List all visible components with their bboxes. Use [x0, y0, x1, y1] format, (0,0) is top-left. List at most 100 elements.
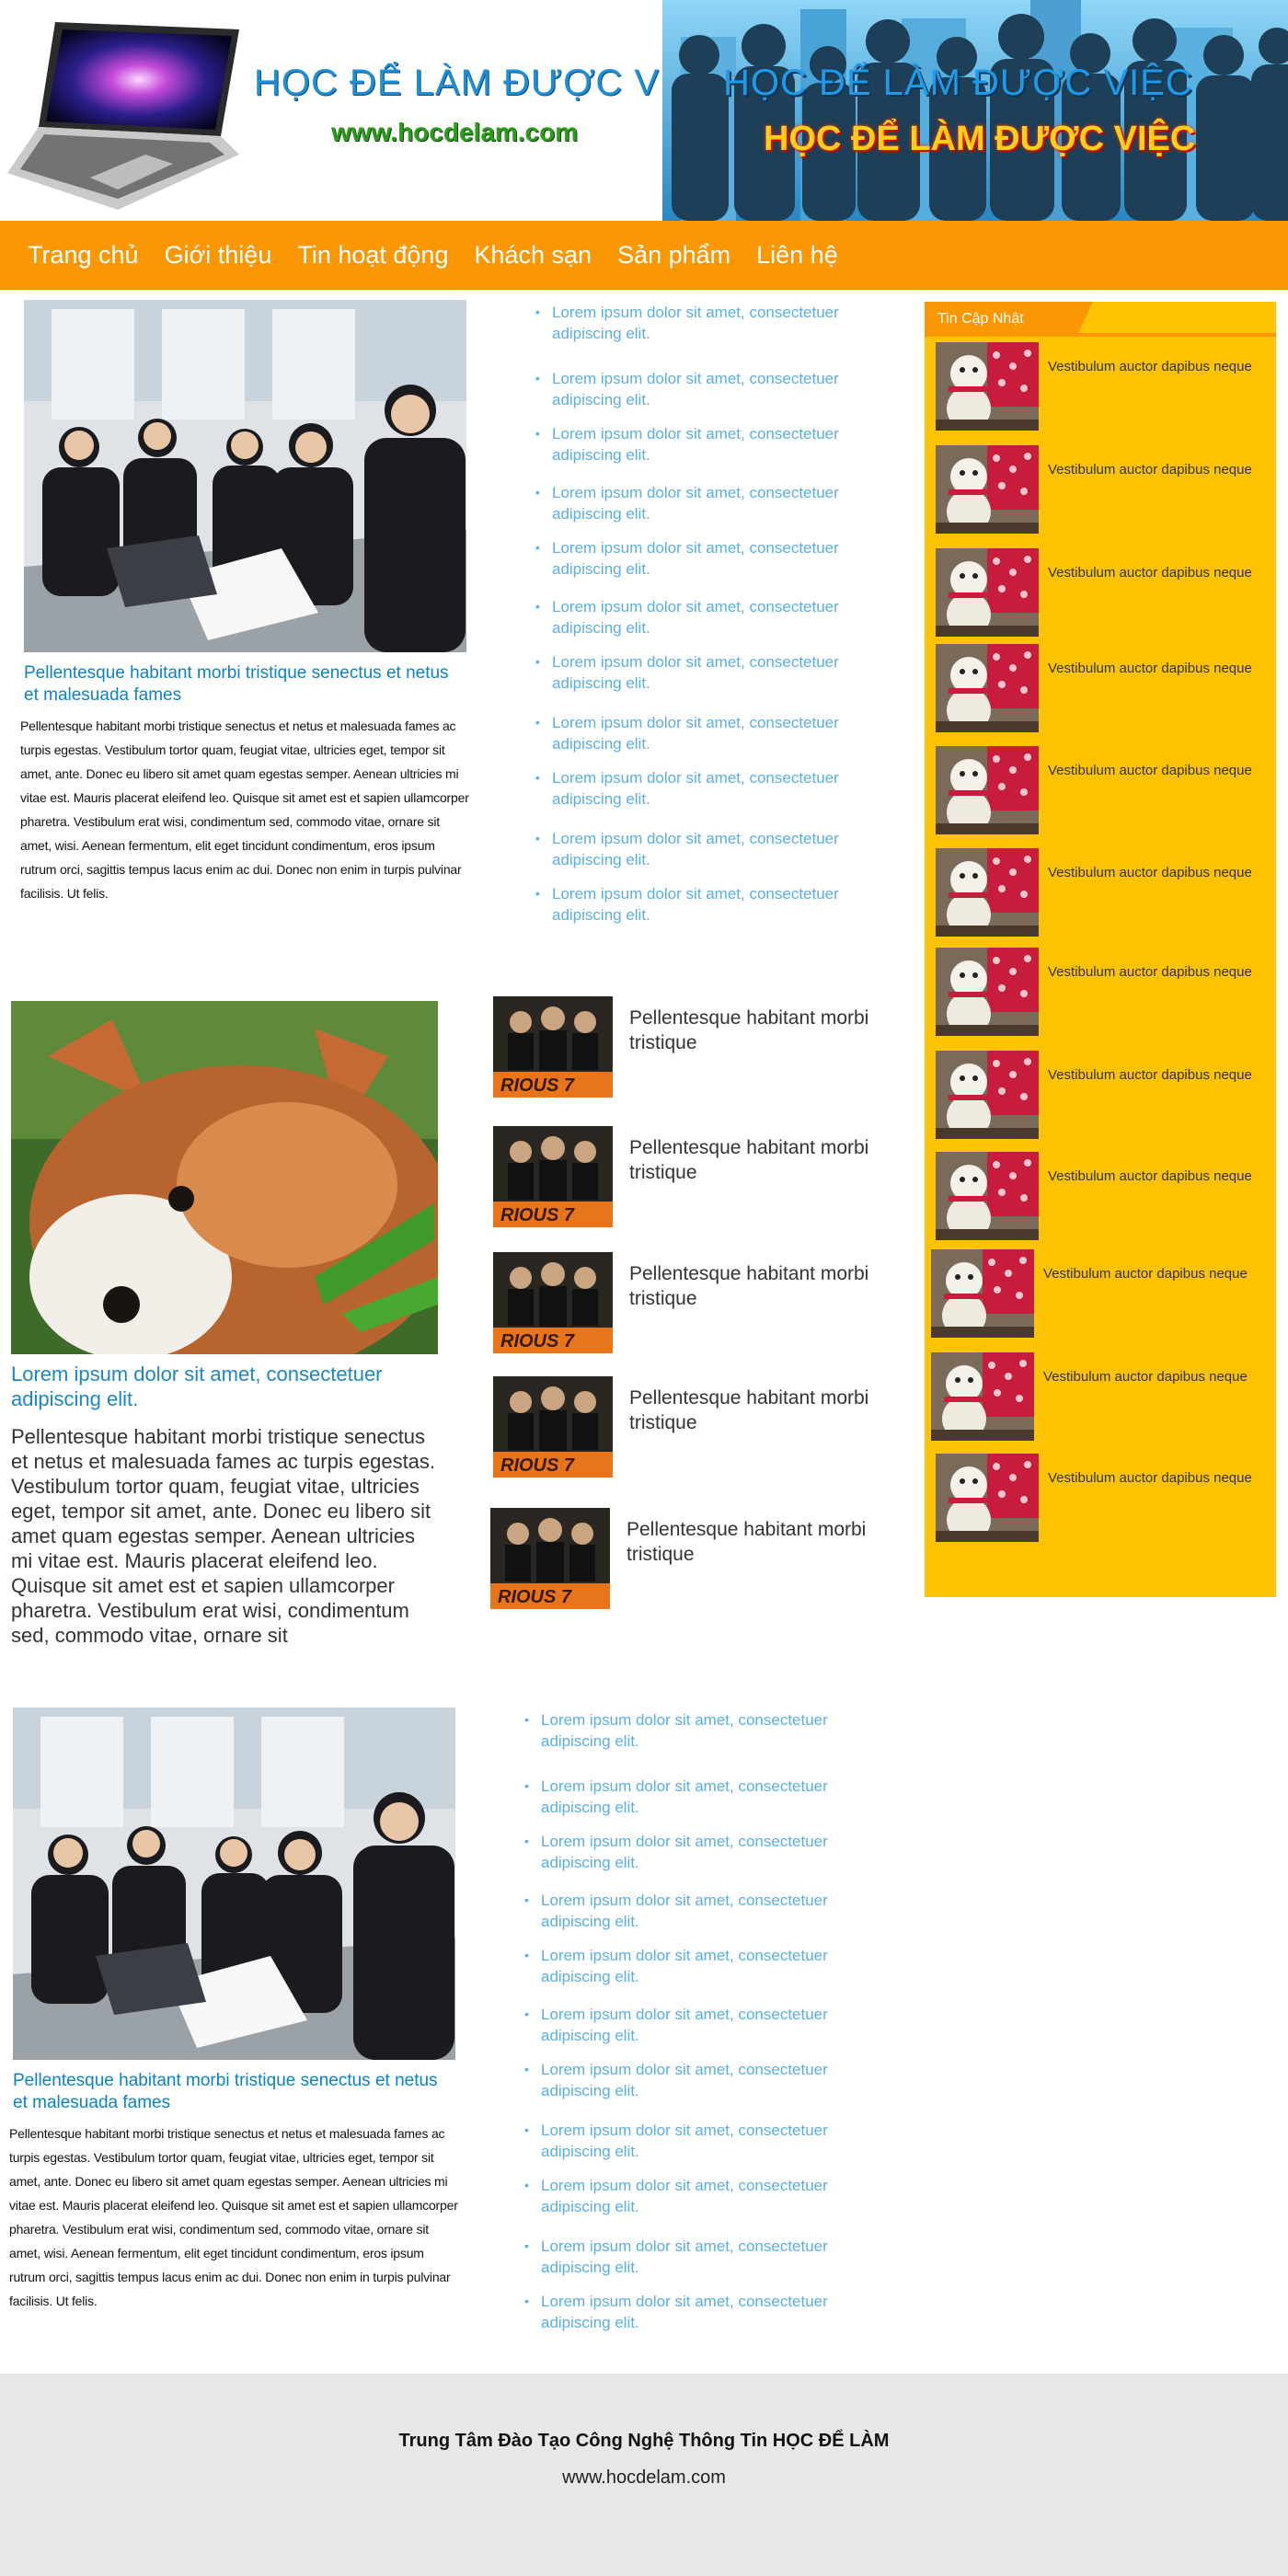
list-item-link[interactable]: Lorem ipsum dolor sit amet, consectetuer…: [535, 423, 894, 466]
section1-caption[interactable]: Pellentesque habitant morbi tristique se…: [24, 662, 466, 707]
svg-text:RIOUS 7: RIOUS 7: [500, 1075, 575, 1096]
snowman-thumbnail-image: [931, 1352, 1034, 1441]
snowman-thumbnail-image: [936, 1152, 1039, 1240]
movie-title[interactable]: Pellentesque habitant morbi tristique: [629, 1006, 914, 1098]
footer: Trung Tâm Đào Tạo Công Nghệ Thông Tin HỌ…: [0, 2374, 1288, 2576]
sidebar-title: Tin Cập Nhật: [925, 302, 1093, 337]
movie-title[interactable]: Pellentesque habitant morbi tristique: [629, 1135, 914, 1227]
footer-title: Trung Tâm Đào Tạo Công Nghệ Thông Tin HỌ…: [398, 2431, 890, 2451]
nav-item-news[interactable]: Tin hoạt động: [297, 241, 448, 270]
office-meeting-image[interactable]: [24, 300, 466, 652]
sidebar-item-label[interactable]: Vestibulum auctor dapibus neque: [1048, 1470, 1255, 1487]
sidebar-news-item[interactable]: Vestibulum auctor dapibus neque: [936, 342, 1255, 431]
sidebar-news-item[interactable]: Vestibulum auctor dapibus neque: [931, 1249, 1250, 1338]
sidebar-item-label[interactable]: Vestibulum auctor dapibus neque: [1048, 964, 1255, 981]
nav-item-about[interactable]: Giới thiệu: [165, 241, 272, 270]
list-item-link[interactable]: Lorem ipsum dolor sit amet, consectetuer…: [524, 1831, 883, 1873]
list-item[interactable]: RIOUS 7 Pellentesque habitant morbi tris…: [493, 1376, 914, 1478]
list-item-link[interactable]: Lorem ipsum dolor sit amet, consectetuer…: [535, 596, 894, 638]
svg-text:RIOUS 7: RIOUS 7: [500, 1455, 575, 1476]
list-item-link[interactable]: Lorem ipsum dolor sit amet, consectetuer…: [535, 302, 894, 344]
header-banner: HỌC ĐỂ LÀM ĐƯỢC VIỆC www.hocdelam.com HỌ…: [0, 0, 1288, 221]
list-item-link[interactable]: Lorem ipsum dolor sit amet, consectetuer…: [524, 2175, 883, 2217]
section3-caption[interactable]: Pellentesque habitant morbi tristique se…: [13, 2070, 455, 2114]
list-item-link[interactable]: Lorem ipsum dolor sit amet, consectetuer…: [524, 2236, 883, 2278]
section2-body: Pellentesque habitant morbi tristique se…: [11, 1425, 436, 1647]
sidebar-item-label[interactable]: Vestibulum auctor dapibus neque: [1048, 661, 1255, 677]
nav-item-hotels[interactable]: Khách sạn: [474, 241, 592, 270]
banner-title-blue: HỌC ĐỂ LÀM ĐƯỢC VIỆC: [723, 63, 1193, 103]
sidebar-news-item[interactable]: Vestibulum auctor dapibus neque: [936, 1454, 1255, 1542]
sidebar-item-label[interactable]: Vestibulum auctor dapibus neque: [1043, 1266, 1250, 1282]
list-item-link[interactable]: Lorem ipsum dolor sit amet, consectetuer…: [524, 2059, 883, 2101]
sidebar-news-item[interactable]: Vestibulum auctor dapibus neque: [936, 1152, 1255, 1240]
nav-item-contact[interactable]: Liên hệ: [756, 241, 838, 270]
sidebar-item-label[interactable]: Vestibulum auctor dapibus neque: [1048, 865, 1255, 881]
svg-text:RIOUS 7: RIOUS 7: [500, 1205, 575, 1225]
list-item[interactable]: RIOUS 7 Pellentesque habitant morbi tris…: [493, 996, 914, 1098]
red-panda-image[interactable]: [11, 1001, 438, 1354]
list-item-link[interactable]: Lorem ipsum dolor sit amet, consectetuer…: [535, 767, 894, 810]
list-item-link[interactable]: Lorem ipsum dolor sit amet, consectetuer…: [524, 2291, 883, 2333]
banner-title-fire: HỌC ĐỂ LÀM ĐƯỢC VIỆC: [764, 120, 1196, 158]
section2-caption[interactable]: Lorem ipsum dolor sit amet, consectetuer…: [11, 1362, 434, 1411]
list-item[interactable]: RIOUS 7 Pellentesque habitant morbi tris…: [493, 1252, 914, 1353]
svg-text:RIOUS 7: RIOUS 7: [500, 1331, 575, 1351]
sidebar-news-item[interactable]: Vestibulum auctor dapibus neque: [936, 445, 1255, 534]
list-item-link[interactable]: Lorem ipsum dolor sit amet, consectetuer…: [535, 537, 894, 580]
list-item[interactable]: RIOUS 7 Pellentesque habitant morbi tris…: [493, 1126, 914, 1227]
sidebar-news-item[interactable]: Vestibulum auctor dapibus neque: [936, 548, 1255, 637]
list-item-link[interactable]: Lorem ipsum dolor sit amet, consectetuer…: [524, 1945, 883, 1987]
movie-title[interactable]: Pellentesque habitant morbi tristique: [629, 1386, 914, 1478]
snowman-thumbnail-image: [936, 1051, 1039, 1139]
sidebar-item-label[interactable]: Vestibulum auctor dapibus neque: [1048, 763, 1255, 779]
list-item-link[interactable]: Lorem ipsum dolor sit amet, consectetuer…: [535, 368, 894, 410]
site-title: HỌC ĐỂ LÀM ĐƯỢC VIỆC: [254, 63, 724, 103]
site-url: www.hocdelam.com: [331, 118, 579, 146]
snowman-thumbnail-image: [936, 548, 1039, 637]
sidebar-news-item[interactable]: Vestibulum auctor dapibus neque: [936, 848, 1255, 937]
office-meeting-image[interactable]: [13, 1708, 455, 2060]
list-item-link[interactable]: Lorem ipsum dolor sit amet, consectetuer…: [524, 2120, 883, 2162]
sidebar-item-label[interactable]: Vestibulum auctor dapibus neque: [1048, 565, 1255, 581]
snowman-thumbnail-image: [936, 948, 1039, 1036]
list-item[interactable]: RIOUS 7 Pellentesque habitant morbi tris…: [490, 1508, 912, 1609]
snowman-thumbnail-image: [936, 1454, 1039, 1542]
snowman-thumbnail-image: [936, 848, 1039, 937]
sidebar-news-item[interactable]: Vestibulum auctor dapibus neque: [931, 1352, 1250, 1441]
sidebar-divider: [925, 333, 1276, 337]
laptop-image: [7, 22, 239, 210]
crowd-silhouette-image: [662, 0, 1288, 221]
list-item-link[interactable]: Lorem ipsum dolor sit amet, consectetuer…: [524, 1709, 883, 1752]
section3-link-list: Lorem ipsum dolor sit amet, consectetuer…: [524, 1709, 883, 2333]
list-item-link[interactable]: Lorem ipsum dolor sit amet, consectetuer…: [535, 828, 894, 870]
snowman-thumbnail-image: [931, 1249, 1034, 1338]
sidebar-item-label[interactable]: Vestibulum auctor dapibus neque: [1048, 1067, 1255, 1084]
sidebar-item-label[interactable]: Vestibulum auctor dapibus neque: [1043, 1369, 1250, 1386]
main-nav: Trang chủ Giới thiệu Tin hoạt động Khách…: [0, 221, 1288, 290]
movie-title[interactable]: Pellentesque habitant morbi tristique: [629, 1261, 914, 1353]
sidebar-news-item[interactable]: Vestibulum auctor dapibus neque: [936, 948, 1255, 1036]
movie-poster-image: RIOUS 7: [493, 1376, 613, 1478]
nav-item-home[interactable]: Trang chủ: [28, 241, 139, 270]
list-item-link[interactable]: Lorem ipsum dolor sit amet, consectetuer…: [535, 883, 894, 926]
list-item-link[interactable]: Lorem ipsum dolor sit amet, consectetuer…: [524, 1776, 883, 1818]
list-item-link[interactable]: Lorem ipsum dolor sit amet, consectetuer…: [535, 651, 894, 694]
sidebar-news-item[interactable]: Vestibulum auctor dapibus neque: [936, 746, 1255, 834]
list-item-link[interactable]: Lorem ipsum dolor sit amet, consectetuer…: [524, 2004, 883, 2046]
list-item-link[interactable]: Lorem ipsum dolor sit amet, consectetuer…: [524, 1890, 883, 1932]
list-item-link[interactable]: Lorem ipsum dolor sit amet, consectetuer…: [535, 712, 894, 754]
movie-poster-image: RIOUS 7: [493, 996, 613, 1098]
sidebar-item-label[interactable]: Vestibulum auctor dapibus neque: [1048, 359, 1255, 375]
sidebar-item-label[interactable]: Vestibulum auctor dapibus neque: [1048, 1168, 1255, 1185]
sidebar-news-item[interactable]: Vestibulum auctor dapibus neque: [936, 644, 1255, 732]
movie-poster-image: RIOUS 7: [493, 1126, 613, 1227]
section1-body: Pellentesque habitant morbi tristique se…: [20, 719, 469, 901]
movie-title[interactable]: Pellentesque habitant morbi tristique: [627, 1517, 912, 1609]
sidebar-item-label[interactable]: Vestibulum auctor dapibus neque: [1048, 462, 1255, 478]
sidebar-news-item[interactable]: Vestibulum auctor dapibus neque: [936, 1051, 1255, 1139]
nav-item-products[interactable]: Sản phẩm: [617, 241, 730, 270]
snowman-thumbnail-image: [936, 644, 1039, 732]
footer-url[interactable]: www.hocdelam.com: [0, 2467, 1288, 2489]
list-item-link[interactable]: Lorem ipsum dolor sit amet, consectetuer…: [535, 482, 894, 524]
